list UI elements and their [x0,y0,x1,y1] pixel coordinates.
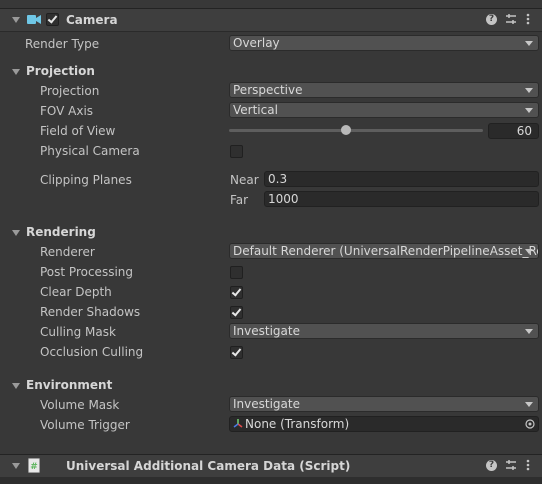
projection-dropdown[interactable]: Perspective [229,82,539,98]
volume-trigger-label: Volume Trigger [40,418,130,432]
fov-axis-label: FOV Axis [40,104,94,118]
environment-foldout-icon[interactable] [12,383,20,389]
projection-foldout-icon[interactable] [12,69,20,75]
volume-trigger-value: None (Transform) [245,417,350,431]
render-shadows-label: Render Shadows [40,305,141,319]
culling-mask-label: Culling Mask [40,325,116,339]
render-type-label: Render Type [25,37,100,51]
far-clip-input[interactable]: 1000 [264,191,539,207]
chevron-down-icon [525,88,533,93]
chevron-down-icon [525,41,533,46]
render-type-dropdown[interactable]: Overlay [229,35,539,51]
render-shadows-checkbox[interactable] [230,306,243,319]
field-of-view-slider-thumb[interactable] [340,125,351,135]
projection-section-title[interactable]: Projection [26,63,95,79]
renderer-dropdown[interactable]: Default Renderer (UniversalRenderPipelin… [229,243,539,259]
field-of-view-slider-track[interactable] [229,129,483,132]
renderer-label: Renderer [40,245,95,259]
inspector-bottom-strip [0,477,542,484]
volume-mask-label: Volume Mask [40,398,120,412]
component-title: Camera [66,13,118,27]
camera-enabled-checkbox[interactable] [46,13,59,26]
field-of-view-value: 60 [516,124,532,138]
environment-section-title[interactable]: Environment [26,377,112,393]
physical-camera-label: Physical Camera [40,144,140,158]
clipping-planes-label: Clipping Planes [40,173,132,187]
near-clip-value: 0.3 [268,172,288,186]
chevron-down-icon [525,108,533,113]
rendering-section-title[interactable]: Rendering [26,224,96,240]
camera-component-header[interactable]: Camera ? [0,8,542,32]
kebab-menu-icon[interactable] [526,13,530,25]
object-picker-icon[interactable] [525,419,535,429]
post-processing-label: Post Processing [40,265,133,279]
clear-depth-label: Clear Depth [40,285,112,299]
svg-text:#: # [30,462,38,472]
kebab-menu-icon[interactable] [526,459,530,471]
volume-mask-dropdown[interactable]: Investigate [229,396,539,412]
fov-axis-value: Vertical [233,103,278,117]
projection-label: Projection [40,84,100,98]
near-label: Near [230,173,259,187]
occlusion-culling-checkbox[interactable] [230,346,243,359]
chevron-down-icon [525,402,533,407]
script-component-header[interactable]: # Universal Additional Camera Data (Scri… [0,454,542,478]
clear-depth-checkbox[interactable] [230,286,243,299]
help-icon[interactable]: ? [486,14,497,25]
foldout-arrow-icon[interactable] [12,17,20,23]
culling-mask-dropdown[interactable]: Investigate [229,323,539,339]
far-label: Far [230,193,249,207]
transform-icon [233,419,243,428]
help-icon[interactable]: ? [486,460,497,471]
renderer-value: Default Renderer (UniversalRenderPipelin… [233,244,539,258]
near-clip-input[interactable]: 0.3 [264,171,539,187]
fov-axis-dropdown[interactable]: Vertical [229,102,539,118]
projection-value: Perspective [233,83,303,97]
camera-icon [27,15,41,24]
culling-mask-value: Investigate [233,324,300,338]
script-component-title: Universal Additional Camera Data (Script… [66,459,351,473]
render-type-value: Overlay [233,36,280,50]
foldout-arrow-icon[interactable] [12,463,20,469]
occlusion-culling-label: Occlusion Culling [40,345,144,359]
csharp-script-icon: # [28,458,40,473]
physical-camera-checkbox[interactable] [230,145,243,158]
field-of-view-label: Field of View [40,124,116,138]
rendering-foldout-icon[interactable] [12,230,20,236]
post-processing-checkbox[interactable] [230,266,243,279]
chevron-down-icon [525,249,533,254]
far-clip-value: 1000 [268,192,299,206]
chevron-down-icon [525,329,533,334]
preset-sliders-icon[interactable] [505,13,517,25]
preset-sliders-icon[interactable] [505,459,517,471]
volume-mask-value: Investigate [233,397,300,411]
field-of-view-input[interactable]: 60 [488,123,539,139]
volume-trigger-object-field[interactable]: None (Transform) [229,416,539,432]
